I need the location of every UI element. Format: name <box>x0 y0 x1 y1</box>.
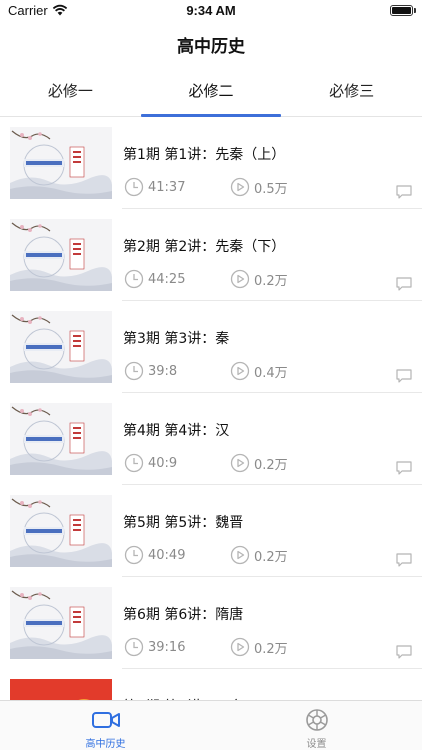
clock-icon <box>124 361 144 381</box>
video-thumbnail <box>10 587 112 659</box>
video-duration: 39:16 <box>124 637 185 657</box>
video-title: 第6期 第6讲：隋唐 <box>123 607 244 623</box>
battery-icon <box>390 5 413 16</box>
video-views: 0.2万 <box>230 637 288 657</box>
status-bar: Carrier 9:34 AM <box>0 0 422 24</box>
views-text: 0.2万 <box>254 549 288 565</box>
clock-icon <box>124 545 144 565</box>
video-views: 0.4万 <box>230 361 288 381</box>
duration-text: 44:25 <box>148 271 186 287</box>
video-row[interactable]: 第7期 第7讲：两宋 <box>0 669 422 700</box>
video-thumbnail <box>10 403 112 475</box>
duration-text: 41:37 <box>148 179 186 195</box>
video-thumbnail <box>10 219 112 291</box>
video-duration: 39:8 <box>124 361 177 381</box>
play-icon <box>230 177 250 197</box>
duration-text: 39:16 <box>148 639 186 655</box>
video-thumbnail <box>10 127 112 199</box>
video-row[interactable]: 第6期 第6讲：隋唐 39:16 0.2万 <box>0 577 422 669</box>
tab-required-2[interactable]: 必修二 <box>141 72 282 116</box>
video-views: 0.2万 <box>230 545 288 565</box>
clock-icon <box>124 177 144 197</box>
comment-icon[interactable] <box>396 645 412 659</box>
comment-icon[interactable] <box>396 369 412 383</box>
play-icon <box>230 453 250 473</box>
video-views: 0.5万 <box>230 177 288 197</box>
video-thumbnail <box>10 679 112 700</box>
tabbar-label-history: 高中历史 <box>85 739 126 750</box>
tabbar-label-settings: 设置 <box>306 739 327 750</box>
video-title: 第3期 第3讲：秦 <box>123 331 230 347</box>
views-text: 0.4万 <box>254 365 288 381</box>
duration-text: 40:49 <box>148 547 186 563</box>
settings-icon <box>305 709 328 731</box>
play-icon <box>230 637 250 657</box>
video-thumbnail <box>10 311 112 383</box>
views-text: 0.2万 <box>254 457 288 473</box>
status-time: 9:34 AM <box>186 3 236 18</box>
comment-icon[interactable] <box>396 277 412 291</box>
clock-icon <box>124 453 144 473</box>
video-views: 0.2万 <box>230 269 288 289</box>
video-duration: 44:25 <box>124 269 185 289</box>
clock-icon <box>124 269 144 289</box>
comment-icon[interactable] <box>396 553 412 567</box>
video-camera-icon <box>91 712 120 728</box>
video-duration: 41:37 <box>124 177 185 197</box>
tabbar-item-settings[interactable]: 设置 <box>211 701 422 750</box>
tab-required-1[interactable]: 必修一 <box>0 72 141 116</box>
tabbar-item-history[interactable]: 高中历史 <box>0 701 211 750</box>
video-duration: 40:9 <box>124 453 177 473</box>
clock-icon <box>124 637 144 657</box>
video-title: 第2期 第2讲：先秦（下） <box>123 239 286 255</box>
battery-tip <box>414 8 416 13</box>
views-text: 0.2万 <box>254 641 288 657</box>
video-views: 0.2万 <box>230 453 288 473</box>
video-row[interactable]: 第4期 第4讲：汉 40:9 0.2万 <box>0 393 422 485</box>
play-icon <box>230 269 250 289</box>
video-title: 第1期 第1讲：先秦（上） <box>123 147 286 163</box>
bottom-tab-bar: 高中历史 设置 <box>0 700 422 750</box>
duration-text: 40:9 <box>148 455 178 471</box>
video-row[interactable]: 第1期 第1讲：先秦（上） 41:37 0.5万 <box>0 117 422 209</box>
views-text: 0.5万 <box>254 181 288 197</box>
page-title: 高中历史 <box>177 37 245 57</box>
segment-tabs: 必修一 必修二 必修三 <box>0 72 422 117</box>
comment-icon[interactable] <box>396 461 412 475</box>
play-icon <box>230 361 250 381</box>
video-duration: 40:49 <box>124 545 185 565</box>
video-list[interactable]: 第1期 第1讲：先秦（上） 41:37 0.5万 第2期 第2讲：先秦（下） 4… <box>0 117 422 700</box>
video-row[interactable]: 第3期 第3讲：秦 39:8 0.4万 <box>0 301 422 393</box>
views-text: 0.2万 <box>254 273 288 289</box>
video-row[interactable]: 第5期 第5讲：魏晋 40:49 0.2万 <box>0 485 422 577</box>
video-title: 第5期 第5讲：魏晋 <box>123 515 244 531</box>
video-row[interactable]: 第2期 第2讲：先秦（下） 44:25 0.2万 <box>0 209 422 301</box>
duration-text: 39:8 <box>148 363 178 379</box>
tab-required-3[interactable]: 必修三 <box>281 72 422 116</box>
video-title: 第4期 第4讲：汉 <box>123 423 230 439</box>
play-icon <box>230 545 250 565</box>
video-thumbnail <box>10 495 112 567</box>
comment-icon[interactable] <box>396 185 412 199</box>
